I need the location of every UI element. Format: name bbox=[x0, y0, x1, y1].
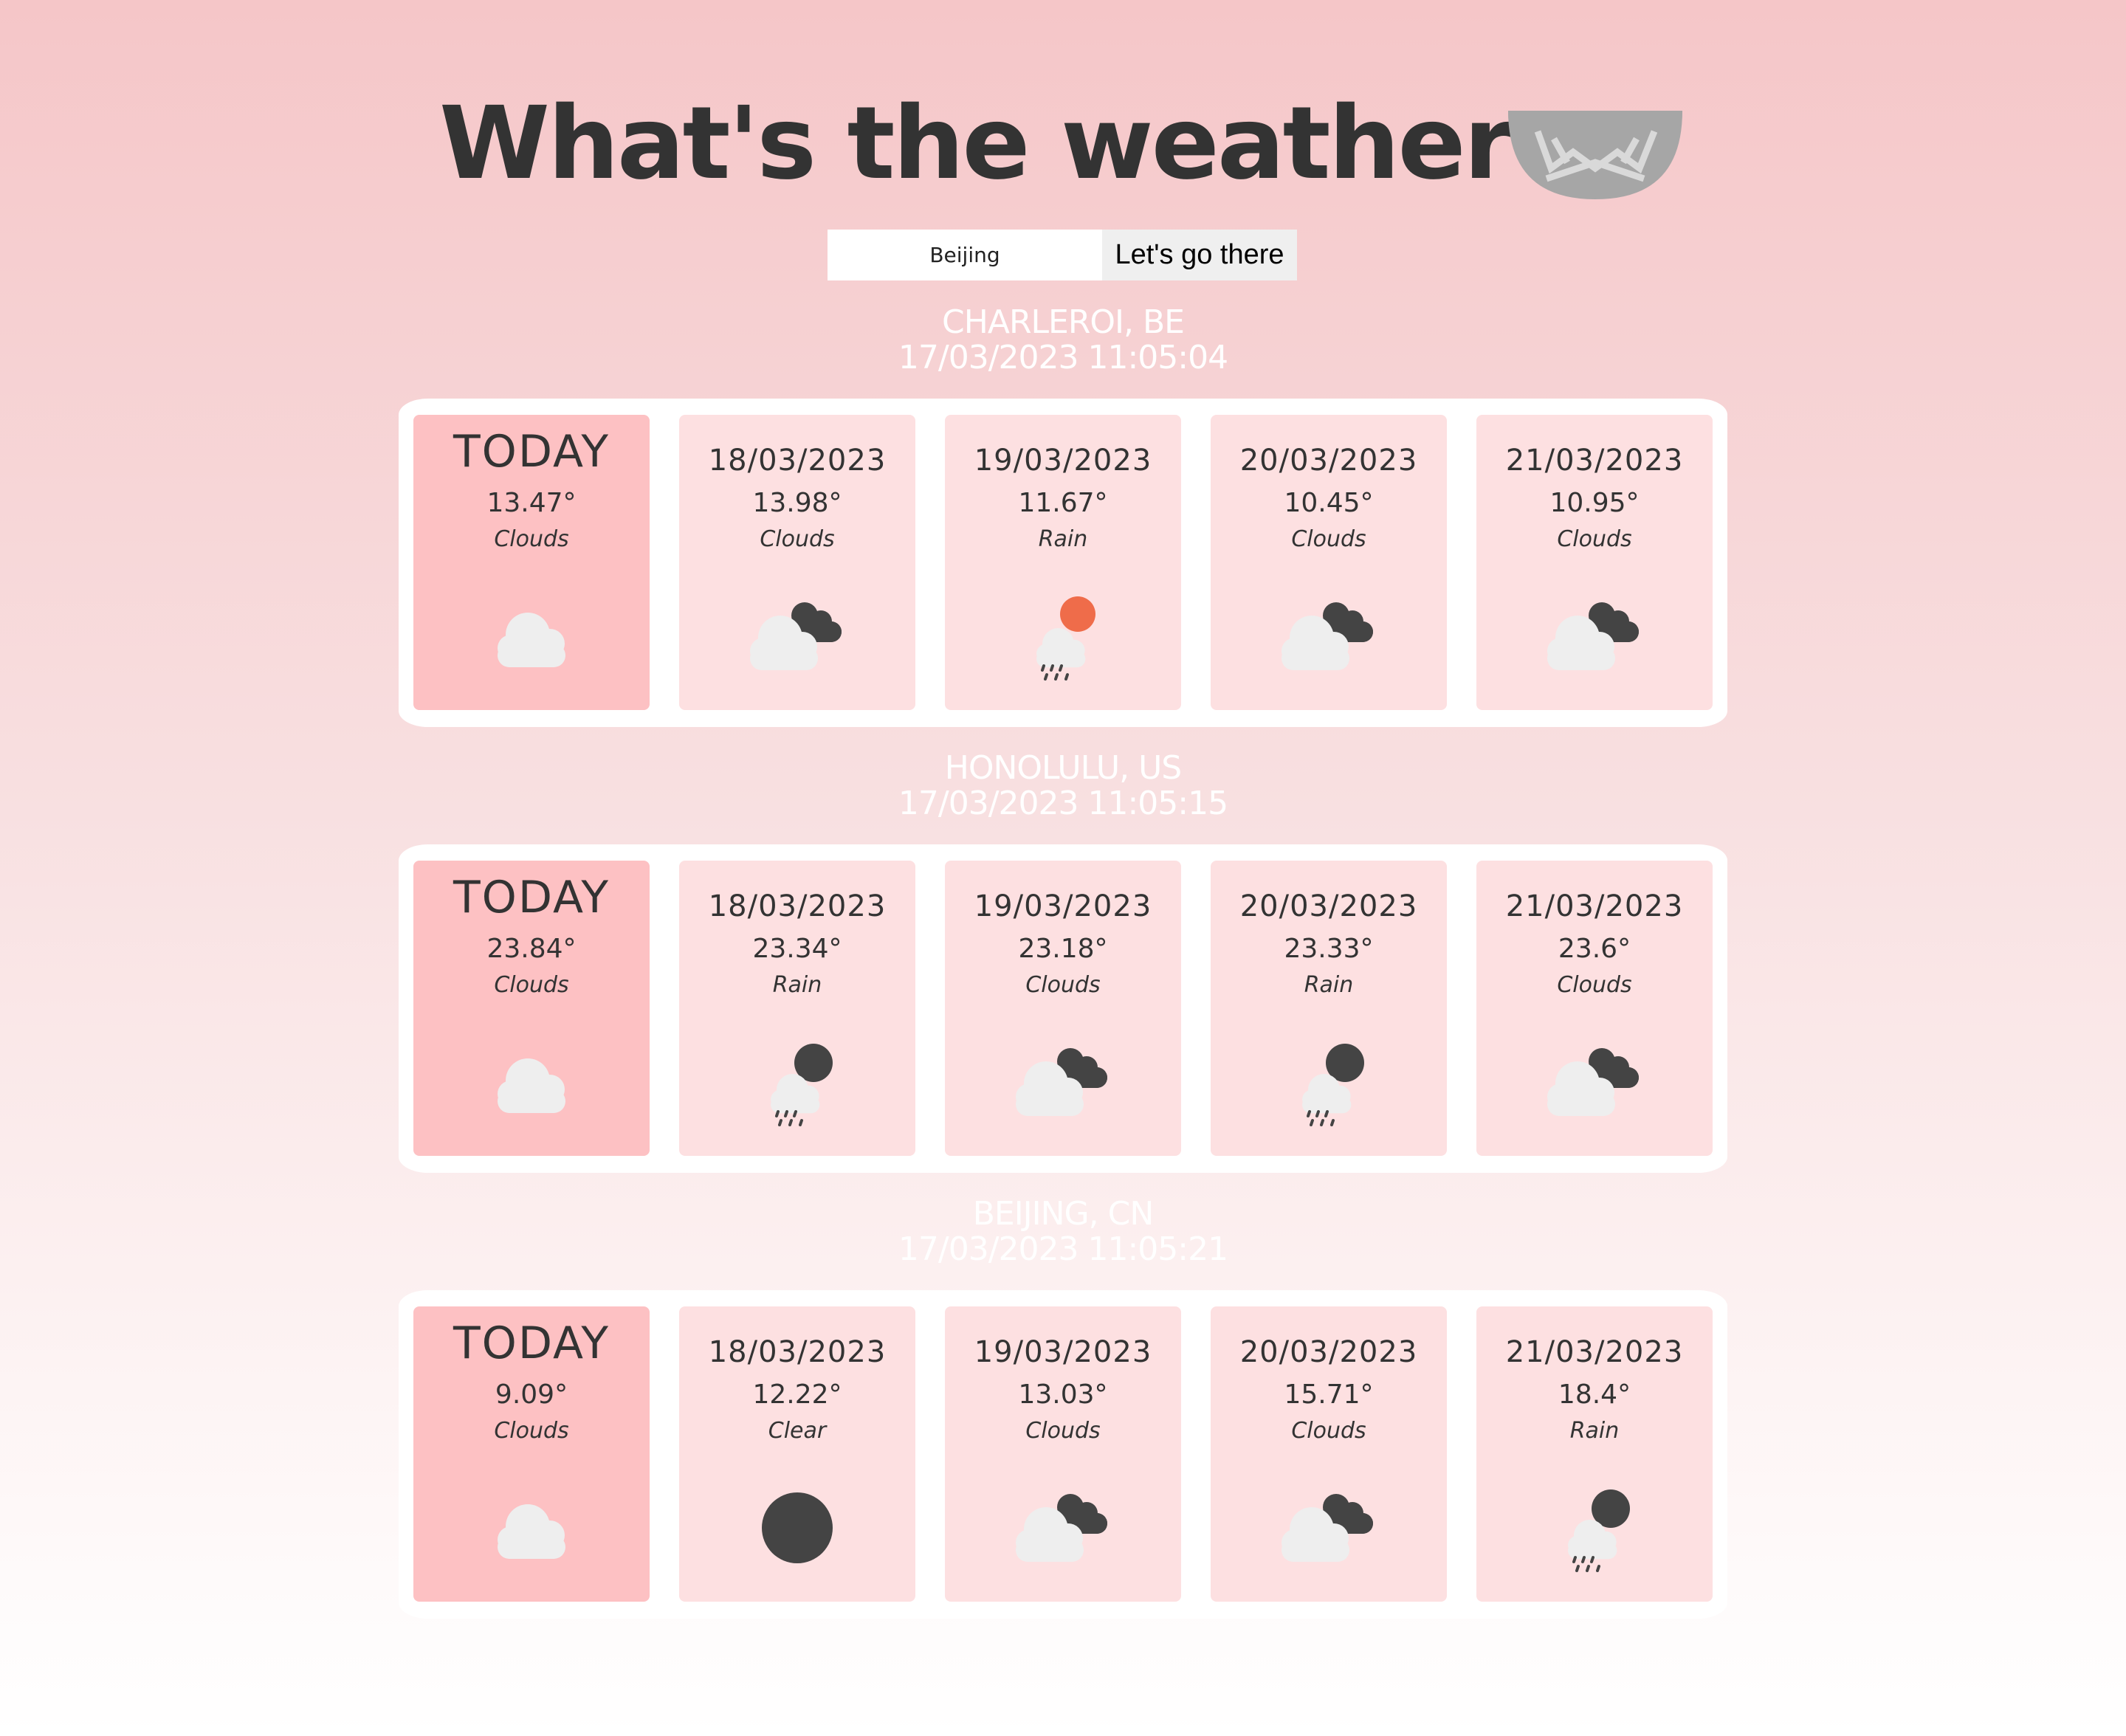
city-header: CHARLEROI, BE 17/03/2023 11:05:04 bbox=[0, 305, 2126, 376]
forecast-date: TODAY bbox=[453, 1318, 610, 1369]
forecast-temp: 23.18° bbox=[1018, 934, 1108, 964]
forecast-desc: Rain bbox=[1304, 972, 1354, 998]
forecast-desc: Clouds bbox=[494, 972, 569, 998]
clear-night-icon bbox=[762, 1492, 833, 1563]
city-datetime: 17/03/2023 11:05:15 bbox=[898, 785, 1228, 822]
forecast-card: 20/03/2023 23.33° Rain bbox=[1211, 861, 1447, 1156]
forecast-temp: 13.98° bbox=[752, 488, 842, 518]
forecast-desc: Clouds bbox=[494, 526, 569, 552]
rain-night-icon bbox=[1302, 1044, 1364, 1126]
cloudy-night-icon bbox=[1016, 1494, 1107, 1562]
forecast-temp: 23.84° bbox=[486, 934, 577, 964]
city-location: HONOLULU, US bbox=[944, 749, 1182, 787]
forecast-temp: 10.45° bbox=[1284, 488, 1374, 518]
forecast-date: 20/03/2023 bbox=[1239, 444, 1418, 478]
forecast-desc: Rain bbox=[1038, 526, 1088, 552]
forecast-temp: 9.09° bbox=[495, 1380, 568, 1410]
forecast-card: 21/03/2023 18.4° Rain bbox=[1476, 1306, 1713, 1602]
forecast-date: 21/03/2023 bbox=[1505, 1335, 1684, 1369]
city-header: BEIJING, CN 17/03/2023 11:05:21 bbox=[0, 1196, 2126, 1267]
forecast-temp: 12.22° bbox=[752, 1380, 842, 1410]
forecast-date: TODAY bbox=[453, 426, 610, 478]
forecast-card-today: TODAY 9.09° Clouds bbox=[413, 1306, 650, 1602]
rain-night-icon bbox=[771, 1044, 833, 1126]
forecast-card-today: TODAY 23.84° Clouds bbox=[413, 861, 650, 1156]
forecast-temp: 23.34° bbox=[752, 934, 842, 964]
forecast-date: 18/03/2023 bbox=[708, 444, 887, 478]
forecast-date: 20/03/2023 bbox=[1239, 889, 1418, 923]
forecast-desc: Clouds bbox=[1025, 972, 1101, 998]
cloud-icon bbox=[498, 1504, 565, 1559]
city-datetime: 17/03/2023 11:05:21 bbox=[898, 1230, 1228, 1268]
forecast-desc: Clouds bbox=[1291, 1418, 1366, 1444]
forecast-temp: 10.95° bbox=[1549, 488, 1640, 518]
cloudy-night-icon bbox=[750, 602, 842, 670]
city-location: CHARLEROI, BE bbox=[942, 303, 1185, 341]
forecast-temp: 23.6° bbox=[1558, 934, 1631, 964]
search-form: Let's go there bbox=[828, 230, 1297, 280]
forecast-card: 21/03/2023 23.6° Clouds bbox=[1476, 861, 1713, 1156]
forecast-date: 19/03/2023 bbox=[974, 889, 1152, 923]
forecast-desc: Clouds bbox=[1291, 526, 1366, 552]
forecast-date: 20/03/2023 bbox=[1239, 1335, 1418, 1369]
forecast-card: 18/03/2023 13.98° Clouds bbox=[679, 415, 915, 710]
forecast-card: 19/03/2023 11.67° Rain bbox=[945, 415, 1181, 710]
forecast-card: 18/03/2023 23.34° Rain bbox=[679, 861, 915, 1156]
forecast-desc: Clouds bbox=[1025, 1418, 1101, 1444]
forecast-desc: Clouds bbox=[494, 1418, 569, 1444]
forecast-row: TODAY 13.47° Clouds 18/03/2023 13.98° Cl… bbox=[399, 399, 1727, 727]
page-title: What's the weather bbox=[439, 86, 1513, 202]
forecast-desc: Clouds bbox=[1557, 972, 1632, 998]
forecast-date: 19/03/2023 bbox=[974, 444, 1152, 478]
forecast-temp: 13.47° bbox=[486, 488, 577, 518]
city-search-input[interactable] bbox=[828, 230, 1102, 280]
forecast-desc: Rain bbox=[1569, 1418, 1620, 1444]
go-button[interactable]: Let's go there bbox=[1102, 230, 1297, 280]
header: What's the weather bbox=[0, 89, 2126, 214]
forecast-desc: Clouds bbox=[1557, 526, 1632, 552]
forecast-card: 19/03/2023 13.03° Clouds bbox=[945, 1306, 1181, 1602]
forecast-card-today: TODAY 13.47° Clouds bbox=[413, 415, 650, 710]
forecast-desc: Clouds bbox=[760, 526, 835, 552]
forecast-row: TODAY 23.84° Clouds 18/03/2023 23.34° Ra… bbox=[399, 844, 1727, 1173]
forecast-card: 20/03/2023 15.71° Clouds bbox=[1211, 1306, 1447, 1602]
stripe-logo-icon bbox=[1508, 111, 1682, 199]
forecast-date: TODAY bbox=[453, 872, 610, 923]
forecast-desc: Clear bbox=[768, 1418, 827, 1444]
forecast-card: 19/03/2023 23.18° Clouds bbox=[945, 861, 1181, 1156]
forecast-row: TODAY 9.09° Clouds 18/03/2023 12.22° Cle… bbox=[399, 1290, 1727, 1619]
city-header: HONOLULU, US 17/03/2023 11:05:15 bbox=[0, 751, 2126, 822]
cloudy-night-icon bbox=[1547, 1048, 1639, 1116]
rain-sun-icon bbox=[1036, 596, 1095, 681]
forecast-card: 20/03/2023 10.45° Clouds bbox=[1211, 415, 1447, 710]
forecast-temp: 13.03° bbox=[1018, 1380, 1108, 1410]
forecast-date: 18/03/2023 bbox=[708, 889, 887, 923]
forecast-date: 21/03/2023 bbox=[1505, 444, 1684, 478]
cloudy-night-icon bbox=[1547, 602, 1639, 670]
cloudy-night-icon bbox=[1016, 1048, 1107, 1116]
forecast-date: 21/03/2023 bbox=[1505, 889, 1684, 923]
forecast-temp: 11.67° bbox=[1018, 488, 1108, 518]
cloudy-night-icon bbox=[1282, 602, 1373, 670]
cloud-icon bbox=[498, 1058, 565, 1113]
forecast-temp: 18.4° bbox=[1558, 1380, 1631, 1410]
rain-night-icon bbox=[1568, 1489, 1630, 1572]
city-location: BEIJING, CN bbox=[972, 1195, 1155, 1233]
forecast-desc: Rain bbox=[772, 972, 822, 998]
forecast-date: 18/03/2023 bbox=[708, 1335, 887, 1369]
city-datetime: 17/03/2023 11:05:04 bbox=[898, 339, 1228, 376]
forecast-date: 19/03/2023 bbox=[974, 1335, 1152, 1369]
cloudy-night-icon bbox=[1282, 1494, 1373, 1562]
forecast-card: 18/03/2023 12.22° Clear bbox=[679, 1306, 915, 1602]
cloud-icon bbox=[498, 613, 565, 667]
forecast-temp: 15.71° bbox=[1284, 1380, 1374, 1410]
forecast-temp: 23.33° bbox=[1284, 934, 1374, 964]
forecast-card: 21/03/2023 10.95° Clouds bbox=[1476, 415, 1713, 710]
